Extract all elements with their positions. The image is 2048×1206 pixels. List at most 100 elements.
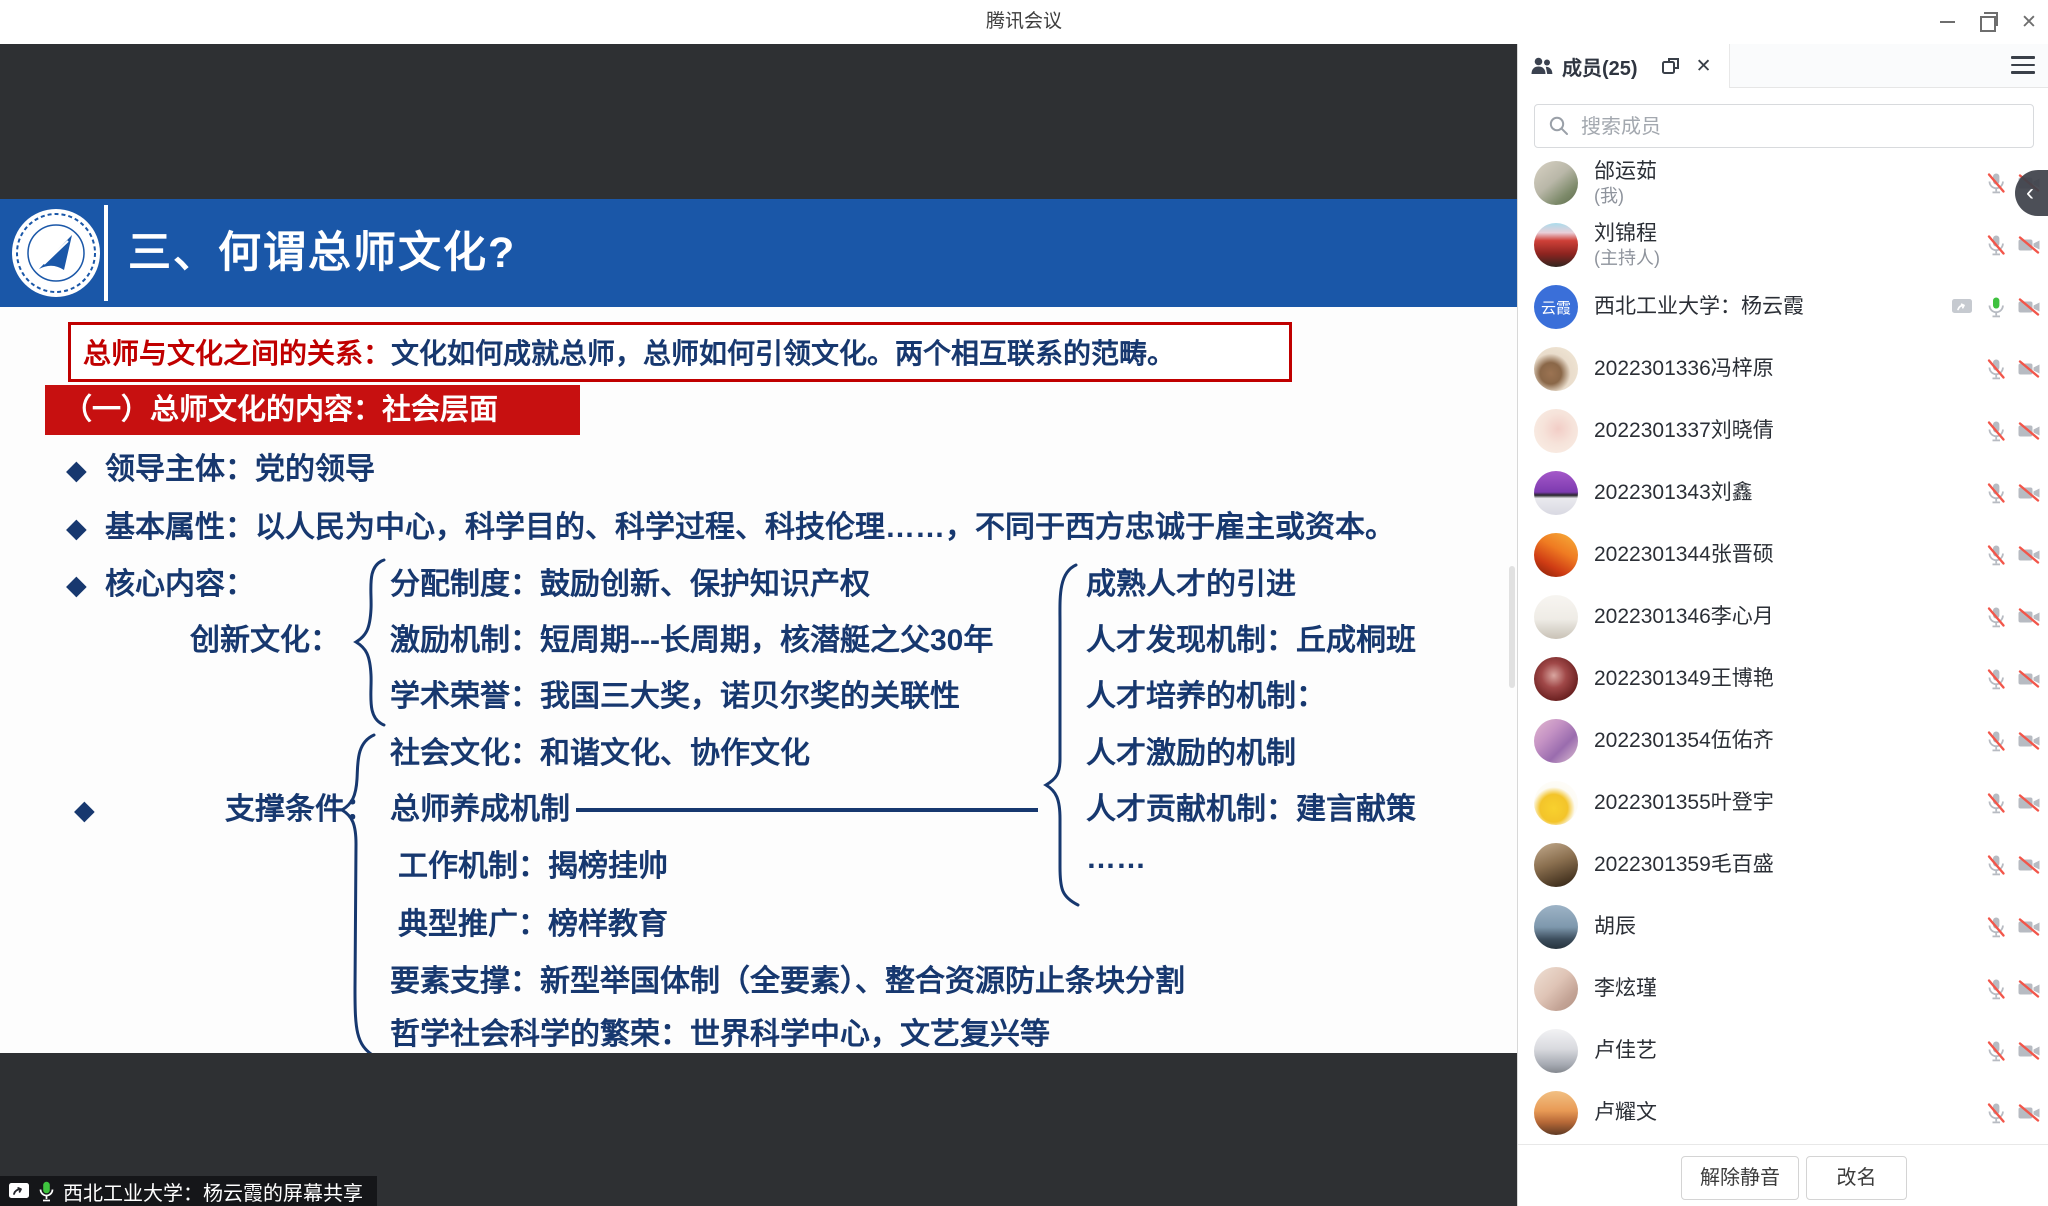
camera-off-icon[interactable] [2016, 976, 2042, 1002]
camera-off-icon[interactable] [2016, 418, 2042, 444]
camera-off-icon[interactable] [2016, 852, 2042, 878]
mic-muted-icon[interactable] [1983, 728, 2009, 754]
slide-text-line: 激励机制：短周期---长周期，核潜艇之父30年 [390, 621, 993, 661]
member-row[interactable]: 李炫瑾 [1518, 958, 2048, 1020]
member-row[interactable]: 2022301344张晋硕 [1518, 524, 2048, 586]
camera-off-icon[interactable] [2016, 1038, 2042, 1064]
member-row[interactable]: 2022301343刘鑫 [1518, 462, 2048, 524]
mic-muted-icon[interactable] [1983, 914, 2009, 940]
slide-text-line: …… [1086, 839, 1146, 879]
member-row[interactable]: 2022301359毛百盛 [1518, 834, 2048, 896]
minimize-button[interactable] [1930, 0, 1964, 44]
camera-off-icon[interactable] [2016, 666, 2042, 692]
mic-muted-icon[interactable] [1983, 852, 2009, 878]
minimize-icon [1940, 21, 1955, 23]
member-row[interactable]: 2022301354伍佑齐 [1518, 710, 2048, 772]
bullet-basic-attribute: 基本属性：以人民为中心，科学目的、科学过程、科技伦理……，不同于西方忠诚于雇主或… [105, 508, 1395, 548]
member-status-icons [1983, 896, 2048, 958]
avatar [1534, 719, 1578, 763]
avatar [1534, 161, 1578, 205]
bullet-support-conditions: 支撑条件： [225, 790, 375, 830]
panel-menu-button[interactable] [2011, 56, 2035, 76]
connector-dash-line [576, 808, 1038, 812]
member-text: 李炫瑾 [1594, 958, 1657, 1020]
member-name: 2022301354伍佑齐 [1594, 728, 1774, 754]
mic-muted-icon[interactable] [1983, 232, 2009, 258]
mic-muted-icon[interactable] [1983, 170, 2009, 196]
member-name: 2022301336冯梓原 [1594, 356, 1774, 382]
camera-off-icon[interactable] [2016, 1100, 2042, 1126]
mic-muted-icon[interactable] [1983, 976, 2009, 1002]
camera-off-icon[interactable] [2016, 480, 2042, 506]
member-row[interactable]: 2022301355叶登宇 [1518, 772, 2048, 834]
member-name: 卢佳艺 [1594, 1038, 1657, 1064]
share-scrollbar-thumb[interactable] [1509, 566, 1515, 688]
search-input[interactable] [1579, 105, 2023, 149]
member-row[interactable]: 胡辰 [1518, 896, 2048, 958]
restore-icon [1980, 16, 1996, 32]
member-name: 胡辰 [1594, 914, 1636, 940]
member-row[interactable]: 2022301349王博艳 [1518, 648, 2048, 710]
member-row[interactable]: 卢耀文 [1518, 1082, 2048, 1144]
diamond-bullet-icon: ◆ [66, 508, 87, 548]
avatar [1534, 781, 1578, 825]
close-panel-button[interactable]: ✕ [1696, 57, 1712, 76]
slide-text-line: 社会文化：和谐文化、协作文化 [390, 734, 810, 774]
member-row[interactable]: 2022301346李心月 [1518, 586, 2048, 648]
unmute-button[interactable]: 解除静音 [1681, 1156, 1799, 1200]
member-name: 邰运茹 [1594, 159, 1657, 185]
member-role: (我) [1594, 185, 1657, 207]
member-row[interactable]: 云霞 西北工业大学：杨云霞 [1518, 276, 2048, 338]
camera-off-icon[interactable] [2016, 914, 2042, 940]
mic-muted-icon[interactable] [1983, 480, 2009, 506]
camera-off-icon[interactable] [2016, 728, 2042, 754]
member-row[interactable]: 卢佳艺 [1518, 1020, 2048, 1082]
member-row[interactable]: 邰运茹 (我) [1518, 152, 2048, 214]
relation-lead-text: 总师与文化之间的关系： [83, 332, 391, 372]
member-status-icons [1983, 586, 2048, 648]
member-row[interactable]: 2022301337刘晓倩 [1518, 400, 2048, 462]
title-bar: 腾讯会议 ✕ [0, 0, 2048, 45]
member-name: 刘锦程 [1594, 221, 1660, 247]
member-status-icons [1983, 958, 2048, 1020]
member-text: 2022301344张晋硕 [1594, 524, 1774, 586]
panel-footer: 解除静音 改名 [1518, 1144, 2048, 1206]
tab-members[interactable]: 成员(25) ✕ [1518, 44, 1730, 88]
mic-muted-icon[interactable] [1983, 1100, 2009, 1126]
mic-muted-icon[interactable] [1983, 356, 2009, 382]
close-window-button[interactable]: ✕ [2012, 0, 2046, 44]
member-status-icons [1983, 1082, 2048, 1144]
member-status-icons [1983, 338, 2048, 400]
member-status-icons [1983, 462, 2048, 524]
bullet-core-content: 核心内容： [105, 565, 255, 605]
popout-panel-button[interactable] [1660, 55, 1682, 77]
camera-off-icon[interactable] [2016, 232, 2042, 258]
member-row[interactable]: 刘锦程 (主持人) [1518, 214, 2048, 276]
member-status-icons [1983, 772, 2048, 834]
camera-off-icon[interactable] [2016, 294, 2042, 320]
mic-on-icon[interactable] [1983, 294, 2009, 320]
panel-header-spacer [1730, 44, 2048, 88]
mic-muted-icon[interactable] [1983, 604, 2009, 630]
relation-body-text: 文化如何成就总师，总师如何引领文化。两个相互联系的范畴。 [391, 332, 1175, 372]
member-role: (主持人) [1594, 247, 1660, 269]
camera-off-icon[interactable] [2016, 790, 2042, 816]
restore-button[interactable] [1972, 0, 2006, 44]
screen-share-status-badge: 西北工业大学：杨云霞的屏幕共享 [0, 1176, 377, 1206]
close-icon: ✕ [2021, 13, 2037, 32]
member-name: 李炫瑾 [1594, 976, 1657, 1002]
mic-muted-icon[interactable] [1983, 418, 2009, 444]
members-panel: 成员(25) ✕ 邰运茹 [1517, 44, 2048, 1206]
mic-muted-icon[interactable] [1983, 666, 2009, 692]
camera-off-icon[interactable] [2016, 604, 2042, 630]
camera-off-icon[interactable] [2016, 542, 2042, 568]
mic-muted-icon[interactable] [1983, 790, 2009, 816]
presentation-slide: 三、何谓总师文化? 总师与文化之间的关系： 文化如何成就总师，总师如何引领文化。… [0, 199, 1517, 1053]
mic-muted-icon[interactable] [1983, 542, 2009, 568]
member-status-icons [1983, 214, 2048, 276]
mic-muted-icon[interactable] [1983, 1038, 2009, 1064]
member-name: 2022301349王博艳 [1594, 666, 1774, 692]
rename-button[interactable]: 改名 [1806, 1156, 1907, 1200]
member-row[interactable]: 2022301336冯梓原 [1518, 338, 2048, 400]
camera-off-icon[interactable] [2016, 356, 2042, 382]
